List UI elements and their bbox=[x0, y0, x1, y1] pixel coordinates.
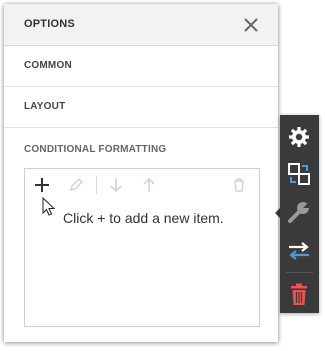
options-header: OPTIONS bbox=[4, 4, 278, 46]
pencil-icon[interactable] bbox=[66, 175, 86, 195]
plus-icon[interactable] bbox=[32, 175, 52, 195]
gear-icon[interactable] bbox=[280, 118, 319, 154]
arrow-down-icon[interactable] bbox=[106, 175, 126, 195]
swap-arrows-icon[interactable] bbox=[280, 232, 319, 268]
arrow-up-icon[interactable] bbox=[139, 175, 159, 195]
trash-icon[interactable] bbox=[280, 275, 319, 311]
section-conditional-formatting-label: CONDITIONAL FORMATTING bbox=[24, 144, 167, 155]
mouse-pointer-icon bbox=[42, 196, 56, 217]
layers-icon[interactable] bbox=[280, 155, 319, 191]
section-layout[interactable]: LAYOUT bbox=[4, 87, 278, 128]
formatting-rules-list[interactable]: Click + to add a new item. bbox=[24, 168, 260, 327]
options-panel: OPTIONS COMMON LAYOUT CONDITIONAL FORMAT… bbox=[4, 4, 278, 342]
wrench-icon[interactable] bbox=[280, 193, 319, 229]
empty-list-message: Click + to add a new item. bbox=[63, 210, 224, 226]
options-title: OPTIONS bbox=[24, 18, 75, 30]
section-common[interactable]: COMMON bbox=[4, 46, 278, 87]
trash-icon[interactable] bbox=[229, 175, 249, 195]
side-toolbar-divider bbox=[286, 272, 313, 273]
section-conditional-formatting: CONDITIONAL FORMATTING Click + to add a … bbox=[4, 128, 278, 342]
toolbar-divider bbox=[96, 176, 97, 194]
section-common-label: COMMON bbox=[24, 60, 72, 71]
section-layout-label: LAYOUT bbox=[24, 101, 66, 112]
close-icon[interactable] bbox=[240, 14, 262, 36]
side-toolbar bbox=[280, 115, 319, 313]
